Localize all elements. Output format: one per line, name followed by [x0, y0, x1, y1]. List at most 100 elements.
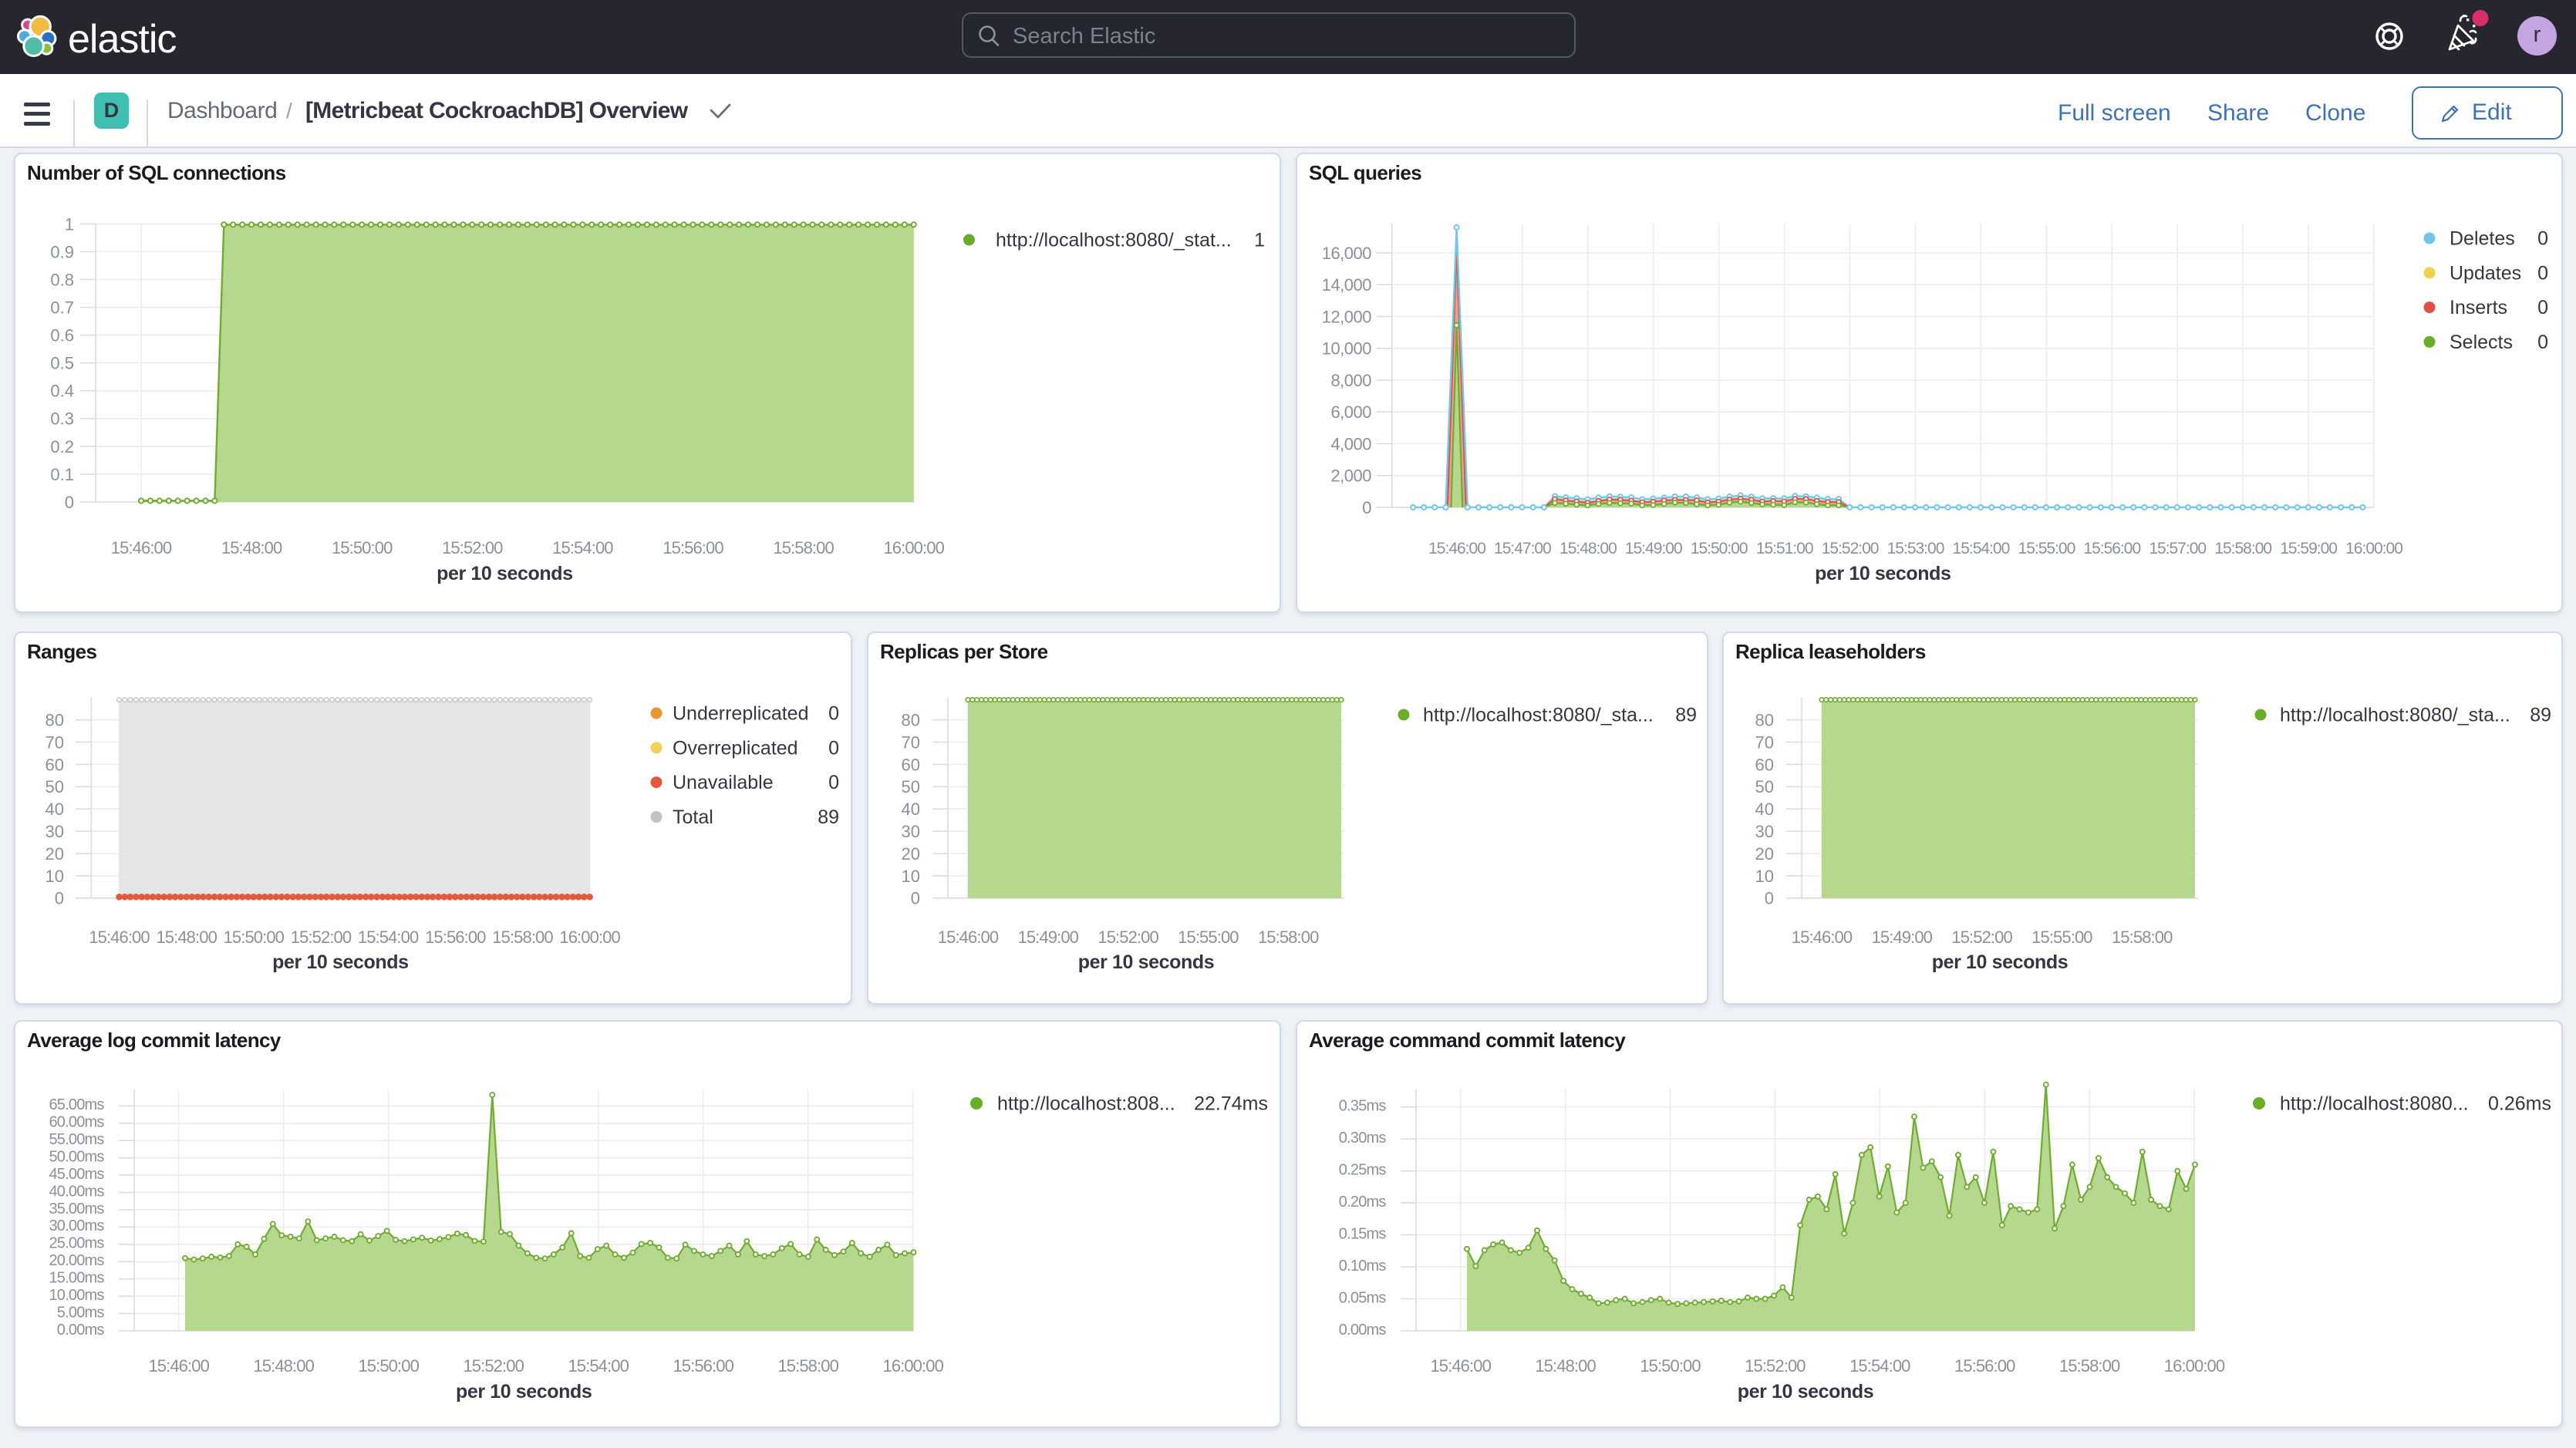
svg-text:0.30ms: 0.30ms	[1339, 1130, 1387, 1147]
svg-text:Overreplicated: Overreplicated	[673, 737, 798, 759]
svg-text:12,000: 12,000	[1322, 307, 1372, 326]
svg-text:60: 60	[902, 755, 920, 774]
svg-text:Total: Total	[673, 807, 713, 828]
svg-text:0.1: 0.1	[50, 465, 74, 484]
svg-text:0: 0	[2537, 332, 2548, 353]
svg-text:35.00ms: 35.00ms	[49, 1200, 104, 1217]
svg-text:40: 40	[46, 800, 64, 819]
svg-text:per 10 seconds: per 10 seconds	[1738, 1381, 1873, 1403]
svg-text:http://localhost:8080...: http://localhost:8080...	[2280, 1093, 2469, 1115]
svg-text:15:55:00: 15:55:00	[1178, 928, 1239, 947]
svg-text:Underreplicated: Underreplicated	[673, 703, 809, 725]
svg-text:15:48:00: 15:48:00	[156, 928, 217, 947]
svg-text:22.74ms: 22.74ms	[1194, 1093, 1268, 1115]
svg-text:16,000: 16,000	[1322, 244, 1372, 263]
svg-text:40: 40	[1755, 800, 1774, 819]
svg-text:SQL queries: SQL queries	[1309, 161, 1421, 184]
svg-text:per 10 seconds: per 10 seconds	[1932, 951, 2068, 973]
svg-text:8,000: 8,000	[1330, 371, 1371, 390]
svg-text:0: 0	[911, 889, 920, 908]
svg-text:15:56:00: 15:56:00	[663, 538, 723, 557]
svg-text:15:58:00: 15:58:00	[2214, 540, 2271, 557]
svg-text:10,000: 10,000	[1322, 339, 1372, 359]
svg-text:50: 50	[1755, 777, 1774, 796]
svg-text:15:52:00: 15:52:00	[1822, 540, 1879, 557]
svg-text:0.05ms: 0.05ms	[1339, 1289, 1387, 1306]
svg-text:0: 0	[1362, 498, 1371, 517]
svg-text:15:58:00: 15:58:00	[1258, 928, 1319, 947]
svg-text:0.9: 0.9	[50, 242, 74, 261]
svg-text:70: 70	[902, 732, 920, 752]
svg-text:15:52:00: 15:52:00	[1951, 928, 2012, 947]
svg-text:0.4: 0.4	[50, 382, 74, 401]
svg-text:15:58:00: 15:58:00	[492, 928, 553, 947]
svg-text:1: 1	[65, 214, 74, 234]
svg-text:89: 89	[1675, 705, 1697, 726]
svg-text:15:48:00: 15:48:00	[1535, 1356, 1596, 1376]
svg-text:0: 0	[55, 889, 64, 908]
svg-text:10: 10	[46, 867, 64, 886]
svg-text:80: 80	[902, 711, 920, 730]
svg-text:0.3: 0.3	[50, 409, 74, 429]
svg-text:Updates: Updates	[2450, 262, 2521, 284]
svg-text:60.00ms: 60.00ms	[49, 1114, 104, 1131]
svg-text:15:58:00: 15:58:00	[773, 538, 834, 557]
svg-text:15:48:00: 15:48:00	[253, 1356, 314, 1376]
svg-text:per 10 seconds: per 10 seconds	[437, 563, 572, 584]
svg-text:per 10 seconds: per 10 seconds	[272, 951, 408, 973]
svg-text:89: 89	[2530, 705, 2551, 726]
svg-text:Deletes: Deletes	[2450, 228, 2515, 250]
svg-text:0: 0	[2537, 297, 2548, 318]
svg-text:14,000: 14,000	[1322, 275, 1372, 295]
svg-text:20: 20	[1755, 844, 1774, 864]
svg-text:30: 30	[902, 822, 920, 841]
svg-text:0.00ms: 0.00ms	[1339, 1322, 1387, 1339]
svg-text:http://localhost:8080/_stat...: http://localhost:8080/_stat...	[996, 230, 1232, 251]
svg-text:15:49:00: 15:49:00	[1018, 928, 1079, 947]
svg-text:20: 20	[902, 844, 920, 864]
svg-text:15:46:00: 15:46:00	[148, 1356, 209, 1376]
svg-text:50.00ms: 50.00ms	[49, 1149, 104, 1166]
svg-text:0.35ms: 0.35ms	[1339, 1098, 1387, 1115]
svg-text:89: 89	[818, 807, 839, 828]
svg-text:Ranges: Ranges	[27, 640, 96, 663]
svg-text:4,000: 4,000	[1330, 434, 1371, 453]
svg-text:15:50:00: 15:50:00	[224, 928, 285, 947]
svg-text:15:58:00: 15:58:00	[2059, 1356, 2120, 1376]
svg-text:50: 50	[46, 777, 64, 796]
svg-text:15:49:00: 15:49:00	[1872, 928, 1933, 947]
svg-text:0.6: 0.6	[50, 326, 74, 345]
svg-text:15:56:00: 15:56:00	[425, 928, 486, 947]
svg-text:20: 20	[46, 844, 64, 864]
svg-text:5.00ms: 5.00ms	[57, 1304, 105, 1321]
svg-text:20.00ms: 20.00ms	[49, 1252, 104, 1269]
svg-text:40: 40	[902, 800, 920, 819]
svg-text:15:59:00: 15:59:00	[2280, 540, 2337, 557]
svg-text:per 10 seconds: per 10 seconds	[1815, 563, 1951, 584]
svg-text:1: 1	[1254, 230, 1265, 251]
svg-text:per 10 seconds: per 10 seconds	[456, 1381, 592, 1403]
svg-text:15:50:00: 15:50:00	[358, 1356, 419, 1376]
svg-text:15:58:00: 15:58:00	[2112, 928, 2173, 947]
svg-text:60: 60	[1755, 755, 1774, 774]
svg-text:Average log commit latency: Average log commit latency	[27, 1029, 282, 1052]
svg-text:15:52:00: 15:52:00	[1097, 928, 1158, 947]
svg-text:15:56:00: 15:56:00	[1954, 1356, 2015, 1376]
svg-text:15:49:00: 15:49:00	[1625, 540, 1682, 557]
svg-text:15:46:00: 15:46:00	[938, 928, 999, 947]
svg-text:60: 60	[46, 755, 64, 774]
svg-text:16:00:00: 16:00:00	[882, 1356, 943, 1376]
svg-text:15:54:00: 15:54:00	[552, 538, 613, 557]
svg-text:16:00:00: 16:00:00	[2164, 1356, 2225, 1376]
svg-text:10: 10	[1755, 867, 1774, 886]
svg-text:10.00ms: 10.00ms	[49, 1287, 104, 1304]
svg-text:30.00ms: 30.00ms	[49, 1217, 104, 1234]
svg-text:15:52:00: 15:52:00	[291, 928, 352, 947]
svg-text:http://localhost:8080/_sta...: http://localhost:8080/_sta...	[1423, 705, 1654, 726]
svg-text:Inserts: Inserts	[2450, 297, 2507, 318]
svg-text:16:00:00: 16:00:00	[2345, 540, 2402, 557]
svg-text:15:50:00: 15:50:00	[1640, 1356, 1701, 1376]
svg-text:Unavailable: Unavailable	[673, 772, 774, 793]
svg-text:50: 50	[902, 777, 920, 796]
svg-text:15:56:00: 15:56:00	[2083, 540, 2140, 557]
